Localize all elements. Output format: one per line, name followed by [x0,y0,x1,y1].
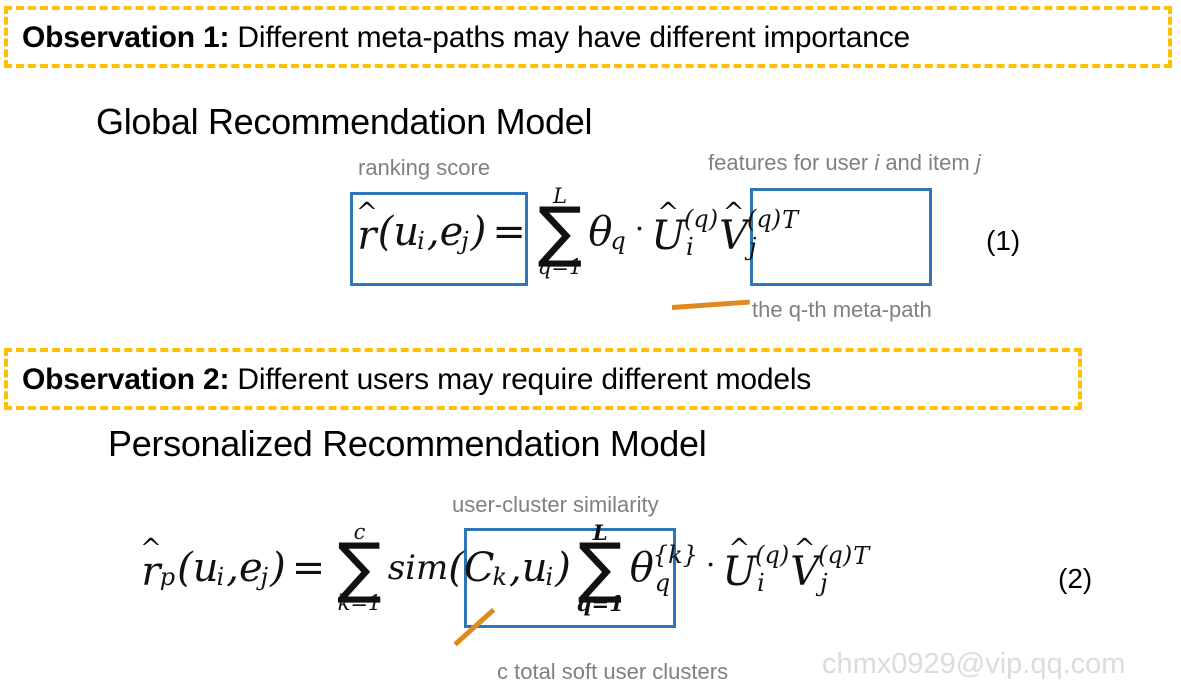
eq2-summation-metapaths: L ∑ q=1 [571,522,630,614]
eq2-sum1-lower-limit: k=1 [337,591,382,616]
heading-global-recommendation-model: Global Recommendation Model [96,101,593,142]
eq1-theta-subscript: q [610,227,626,256]
observation-2-label: Observation 2: [22,362,230,396]
watermark-email: chmx0929@vip.qq.com [822,648,1126,680]
annotation-features-prefix: features for user [708,150,875,175]
eq2-paren-close: ) [270,545,286,592]
eq1-transpose: T [782,206,799,235]
observation-2-body: Different users may require different mo… [229,362,812,396]
eq1-paren-close: ) [470,209,487,256]
eq2-sim-cluster-subscript: k [492,563,508,592]
annotation-c-total-soft-user-clusters: c total soft user clusters [497,659,729,684]
eq2-sum2-lower-limit: q=1 [576,591,624,617]
annotation-features-mid: and item [879,150,976,175]
sigma-icon: ∑ [337,529,382,606]
eq2-dot-operator: · [705,547,716,583]
leader-line-qth-metapath [671,299,750,310]
eq2-sim-user-subscript: i [545,563,554,592]
eq2-e: e [238,545,263,592]
eq2-transpose: T [853,542,870,571]
eq2-e-subscript: j [260,563,269,592]
annotation-user-cluster-similarity: user-cluster similarity [452,492,659,517]
sigma-icon: ∑ [537,193,583,270]
eq2-comma: , [226,545,239,592]
annotation-features-j: j [975,150,981,175]
eq1-u-matrix-hat: ^ U [651,198,686,260]
eq1-v-matrix-hat: ^ V [719,198,749,260]
eq1-sum-lower-limit: q=1 [537,255,583,280]
eq2-r-hat: ^ r [140,534,162,596]
annotation-qth-metapath: the q-th meta-path [752,297,932,322]
eq1-theta: θ [588,209,613,256]
eq2-equals: = [291,545,326,592]
eq2-v-matrix-scripts: (q) j [818,541,853,598]
eq1-paren-open: ( [377,209,394,256]
eq1-equals: = [492,209,526,256]
observation-2-text: Observation 2: Different users may requi… [8,363,811,396]
eq2-summation-clusters: c ∑ k=1 [331,522,387,614]
eq2-sim-function-name: sim [387,548,449,589]
eq1-comma: , [426,209,440,256]
eq2-r-subscript: p [159,563,176,592]
sigma-icon: ∑ [578,529,623,606]
eq1-dot-operator: · [634,211,645,247]
eq2-u: u [192,545,219,592]
eq2-sim-paren-open: ( [448,545,464,592]
eq2-sim-user: u [521,545,548,592]
eq2-sim-cluster: C [463,545,495,592]
eq2-v-matrix-hat: ^ V [790,534,820,596]
observation-1-body: Different meta-paths may have different … [229,20,910,54]
eq1-r-hat: ^ r [356,198,378,260]
annotation-ranking-score: ranking score [358,155,491,180]
eq1-e-subscript: j [461,227,469,256]
eq2-sim-comma: , [509,545,522,592]
eq1-v-matrix-scripts: (q) j [747,205,782,262]
eq1-u-subscript: i [417,227,425,256]
equation-2-number: (2) [1058,563,1093,594]
annotation-features-for-user-and-item: features for user i and item j [708,150,981,175]
heading-personalized-recommendation-model: Personalized Recommendation Model [108,423,707,464]
eq2-paren-open: ( [177,545,193,592]
eq2-u-matrix-hat: ^ U [722,534,757,596]
eq2-theta: θ [629,545,654,592]
eq2-u-subscript: i [216,563,225,592]
eq1-e: e [439,209,464,256]
eq2-u-matrix-scripts: (q) i [755,541,790,598]
equation-1-number: (1) [986,225,1021,256]
eq2-theta-scripts: {k} q [652,541,698,598]
observation-1-callout: Observation 1: Different meta-paths may … [4,6,1172,68]
eq1-u-matrix-scripts: (q) i [684,205,719,262]
observation-2-callout: Observation 2: Different users may requi… [4,348,1082,410]
observation-1-label: Observation 1: [22,20,230,54]
eq1-summation: L ∑ q=1 [532,186,588,278]
observation-1-text: Observation 1: Different meta-paths may … [8,21,910,54]
eq2-sim-paren-close: ) [555,545,571,592]
equation-1: ^ r ( u i , e j ) = L ∑ q=1 θ q · ^ U (q… [356,186,798,278]
eq1-u: u [393,209,420,256]
equation-2: ^ r p ( u i , e j ) = c ∑ k=1 sim ( C k … [140,522,870,615]
